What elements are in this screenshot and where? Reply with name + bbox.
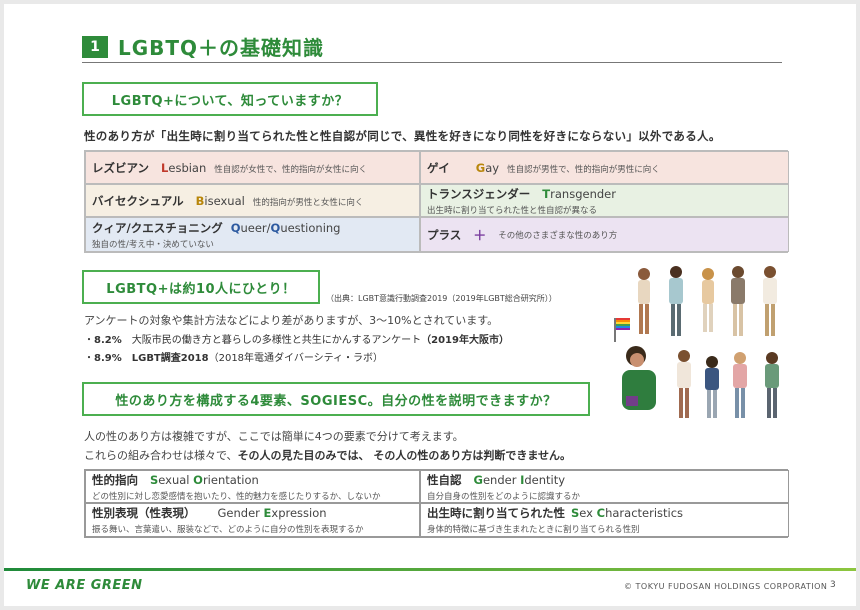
term-jp: トランスジェンダー [427, 186, 531, 201]
stat-row: ・8.9% LGBT調査2018（2018年電通ダイバーシティ・ラボ） [84, 353, 384, 364]
term-en: Lesbian [161, 160, 207, 175]
sogiesc-table: 性的指向 Sexual Orientation どの性別に対し恋愛感情を抱いたり、… [84, 469, 789, 538]
page-title: LGBTQ＋の基礎知識 [118, 36, 325, 60]
header-divider [82, 62, 782, 63]
lgbtq-terms-table: レズビアン Lesbian 性自認が女性で、性的指向が女性に向く ゲイ Gay … [84, 150, 789, 253]
term-gay: ゲイ Gay 性自認が男性で、性的指向が男性に向く [420, 151, 789, 184]
term-en: Queer/Questioning [230, 220, 341, 235]
person-figure [638, 268, 650, 334]
person-figure [731, 266, 745, 336]
section2-text: アンケートの対象や集計方法などにより差がありますが、3〜10%とされています。 [84, 314, 499, 327]
term-desc: 性自認が女性で、性的指向が女性に向く [214, 164, 367, 175]
person-figure [733, 352, 747, 418]
term-plus: プラス ＋ その他のさまざまな性のあり方 [420, 217, 789, 252]
person-figure [669, 266, 683, 336]
page-header: 1 LGBTQ＋の基礎知識 [82, 32, 324, 61]
term-jp: ゲイ [427, 160, 450, 175]
footer-copyright: © TOKYU FUDOSAN HOLDINGS CORPORATION [624, 582, 828, 591]
section3-text1: 人の性のあり方は複雑ですが、ここでは簡単に4つの要素で分けて考えます。 [84, 430, 464, 443]
term-desc: 独自の性/考え中・決めていない [92, 239, 214, 250]
term-en: Gay [475, 160, 500, 175]
source-citation: （出典：LGBT意識行動調査2019（2019年LGBT総合研究所）） [326, 294, 557, 303]
term-desc: 性自認が男性で、性的指向が男性に向く [507, 164, 660, 175]
person-figure-with-flag [614, 318, 656, 410]
term-en: Bisexual [195, 193, 245, 208]
term-jp: レズビアン [92, 160, 150, 175]
section2-heading: LGBTQ+は約10人にひとり！ [82, 270, 320, 304]
section1-lead: 性のあり方が「出生時に割り当てられた性と性自認が同じで、異性を好きになり同性を好… [84, 129, 721, 143]
term-bisexual: バイセクシュアル Bisexual 性的指向が男性と女性に向く [85, 184, 420, 217]
diverse-people-illustration [614, 266, 779, 418]
term-queer-questioning: クィア/クエスチョニング Queer/Questioning 独自の性/考え中・… [85, 217, 420, 252]
section3-text2: これらの組み合わせは様々で、その人の見た目のみでは、 その人の性のあり方は判断で… [84, 449, 572, 462]
person-figure [702, 268, 714, 332]
sogiesc-sex-characteristics: 出生時に割り当てられた性 Sex Characteristics 身体的特徴に基づ… [420, 503, 789, 537]
footer-brand: WE ARE GREEN [26, 578, 143, 593]
plus-symbol: ＋ [473, 229, 487, 244]
sogiesc-sexual-orientation: 性的指向 Sexual Orientation どの性別に対し恋愛感情を抱いたり、… [85, 470, 420, 503]
person-figure [765, 352, 779, 418]
stat-row: ・8.2% 大阪市民の働き方と暮らしの多様性と共生にかんするアンケート（2019… [84, 335, 509, 346]
term-jp: バイセクシュアル [92, 193, 184, 208]
term-desc: 性的指向が男性と女性に向く [252, 197, 364, 208]
section-number-badge: 1 [82, 35, 108, 58]
person-figure [677, 350, 691, 418]
term-en: Transgender [542, 186, 616, 201]
page-number: 3 [830, 580, 836, 590]
person-figure [705, 356, 719, 418]
person-figure [763, 266, 777, 336]
term-desc: その他のさまざまな性のあり方 [498, 230, 618, 241]
term-transgender: トランスジェンダー Transgender 出生時に割り当てられた性と性自認が異… [420, 184, 789, 217]
sogiesc-gender-expression: 性別表現（性表現） Gender Expression 振る舞い、言葉遣い、服装な… [85, 503, 420, 537]
term-jp: プラス [427, 227, 462, 242]
section1-heading: LGBTQ+について、知っていますか？ [82, 82, 378, 116]
slide-page: 1 LGBTQ＋の基礎知識 LGBTQ+について、知っていますか？ 性のあり方が… [4, 4, 856, 606]
term-desc: 出生時に割り当てられた性と性自認が異なる [427, 205, 598, 216]
section3-heading: 性のあり方を構成する4要素、SOGIESC。自分の性を説明できますか？ [82, 382, 590, 416]
term-jp: クィア/クエスチョニング [92, 220, 223, 235]
footer-divider [4, 568, 856, 571]
sogiesc-gender-identity: 性自認 Gender Identity 自分自身の性別をどのように認識するか [420, 470, 789, 503]
term-lesbian: レズビアン Lesbian 性自認が女性で、性的指向が女性に向く [85, 151, 420, 184]
